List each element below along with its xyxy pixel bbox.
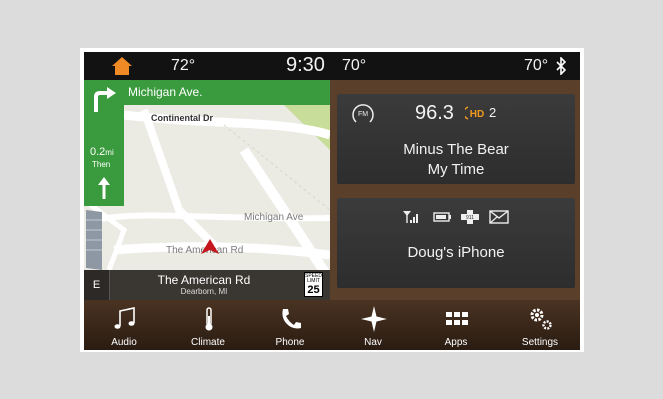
outside-temp: 70° xyxy=(342,57,367,74)
clock: 9:30 xyxy=(286,54,325,76)
dock-label-audio: Audio xyxy=(111,337,137,348)
phone-icon xyxy=(282,309,301,329)
thermometer-icon xyxy=(205,307,213,331)
current-road-bar: E The American Rd Dearborn, MI SPEED LIM… xyxy=(84,270,330,300)
bluetooth-icon xyxy=(556,57,566,75)
dock-apps-button[interactable]: Apps xyxy=(426,300,486,350)
compass-star-icon xyxy=(361,306,387,332)
status-bar: 72° 9:30 70° 70° xyxy=(84,52,580,80)
audio-panel[interactable]: FM 96.3 HD 2 Minus The Bear My Time xyxy=(337,94,575,184)
straight-arrow-icon xyxy=(98,177,110,199)
dock-climate-button[interactable]: Climate xyxy=(178,300,238,350)
bottom-dock: Audio Climate Phone Nav Apps Settings xyxy=(84,300,580,350)
dock-nav-button[interactable]: Nav xyxy=(343,300,403,350)
fm-icon: FM xyxy=(352,104,374,123)
svg-text:HD: HD xyxy=(470,109,484,120)
hd-radio-icon: HD xyxy=(465,106,484,120)
radio-frequency: 96.3 xyxy=(415,102,454,124)
then-label: Then xyxy=(92,160,111,169)
dock-phone-button[interactable]: Phone xyxy=(260,300,320,350)
dock-label-apps: Apps xyxy=(444,337,468,348)
turn-instruction[interactable]: 0.2mi Then xyxy=(84,80,124,206)
speed-limit-label: SPEED LIMIT xyxy=(305,273,322,284)
hd-channel: 2 xyxy=(489,105,497,120)
song-title: My Time xyxy=(427,161,485,178)
sync-display: 72° 9:30 70° 70° Michigan Ave. 0.2mi The… xyxy=(84,52,580,350)
next-street-name: Michigan Ave. xyxy=(128,85,203,99)
vehicle-position-icon xyxy=(201,239,219,254)
dock-label-nav: Nav xyxy=(364,337,382,348)
fm-band-label: FM xyxy=(358,111,368,118)
artist-name: Minus The Bear xyxy=(403,141,509,158)
sos-icon: 911 xyxy=(461,210,479,229)
current-road-name: The American Rd xyxy=(157,273,251,287)
speed-limit-sign: SPEED LIMIT 25 xyxy=(304,272,323,297)
home-icon[interactable] xyxy=(111,56,133,76)
apps-grid-icon xyxy=(446,312,468,325)
navigation-map[interactable]: Michigan Ave. 0.2mi Then Continental Dr … xyxy=(84,80,330,300)
map-label-michigan: Michigan Ave xyxy=(244,212,304,223)
music-note-icon xyxy=(114,307,135,329)
signal-icon xyxy=(403,210,421,229)
speed-limit-value: 25 xyxy=(307,284,320,296)
dock-label-phone: Phone xyxy=(275,337,305,348)
connected-device-name: Doug's iPhone xyxy=(407,244,505,261)
gears-icon xyxy=(530,308,552,330)
turn-right-arrow-icon xyxy=(94,87,116,112)
map-label-continental: Continental Dr xyxy=(151,113,213,123)
cabin-temp-left[interactable]: 72° xyxy=(171,57,195,75)
dock-label-climate: Climate xyxy=(191,337,225,348)
battery-icon xyxy=(433,210,453,229)
dock-audio-button[interactable]: Audio xyxy=(94,300,154,350)
turn-distance: 0.2mi xyxy=(90,146,114,158)
phone-panel[interactable]: 911 Doug's iPhone xyxy=(337,198,575,288)
mail-icon xyxy=(489,210,509,229)
dock-settings-button[interactable]: Settings xyxy=(510,300,570,350)
compass-heading[interactable]: E xyxy=(84,270,110,300)
current-city: Dearborn, MI xyxy=(180,287,228,296)
svg-text:911: 911 xyxy=(466,215,474,221)
cabin-temp-right[interactable]: 70° xyxy=(524,57,548,75)
dock-label-settings: Settings xyxy=(521,337,559,348)
